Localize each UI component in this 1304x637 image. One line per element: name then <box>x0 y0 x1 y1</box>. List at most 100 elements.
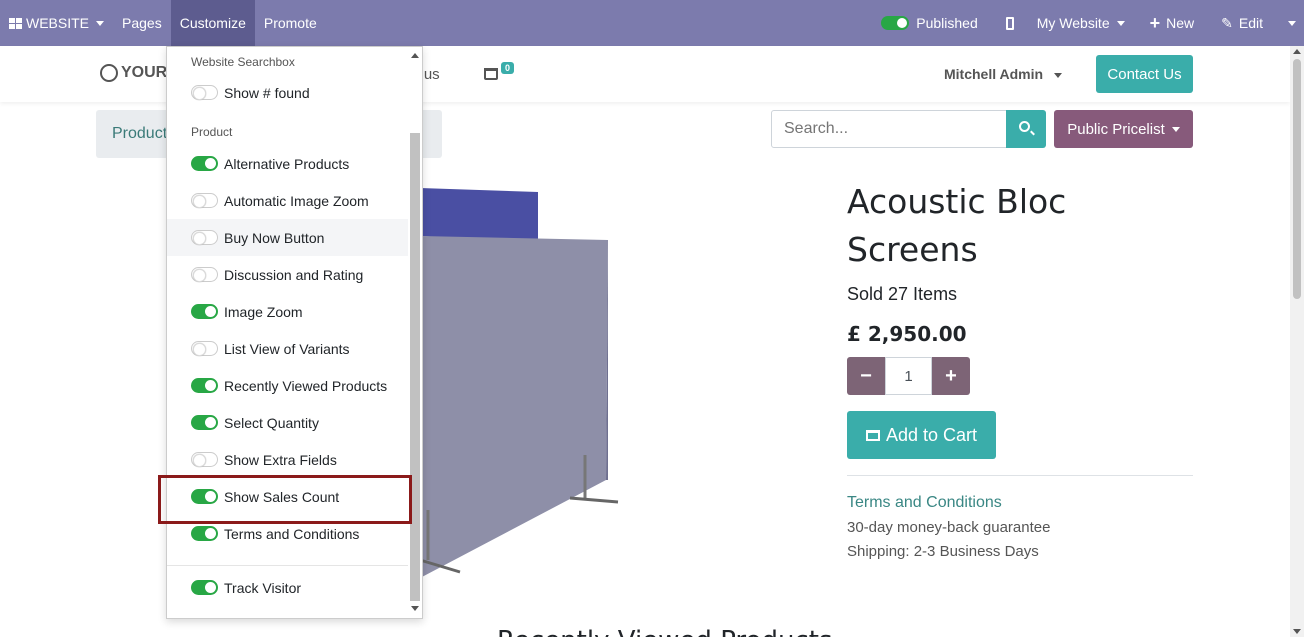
menu-item-buy-now-button[interactable]: Buy Now Button <box>167 219 408 256</box>
menu-item-alternative-products[interactable]: Alternative Products <box>167 145 408 182</box>
menu-item-automatic-image-zoom[interactable]: Automatic Image Zoom <box>167 182 408 219</box>
scroll-up-icon[interactable] <box>411 53 419 58</box>
quantity-stepper: − 1 + <box>847 357 970 395</box>
mobile-icon <box>1005 16 1014 30</box>
menu-item-show-found[interactable]: Show # found <box>167 74 408 111</box>
chevron-down-icon <box>1288 20 1296 26</box>
toggle-on-icon <box>191 156 218 171</box>
site-logo[interactable]: YOUR <box>100 64 167 82</box>
toggle-on-icon <box>191 415 218 430</box>
website-app-menu[interactable]: WEBSITE <box>0 0 113 46</box>
menu-item-select-quantity[interactable]: Select Quantity <box>167 404 408 441</box>
user-menu[interactable]: Mitchell Admin <box>944 66 1062 82</box>
menu-item-list-view-of-variants[interactable]: List View of Variants <box>167 330 408 367</box>
menu-item-label: Show # found <box>224 84 310 101</box>
cart-link[interactable]: 0 <box>484 62 515 80</box>
toggle-on-icon <box>191 304 218 319</box>
chevron-down-icon <box>1053 72 1062 78</box>
add-to-cart-label: Add to Cart <box>885 424 978 445</box>
breadcrumb-products-link[interactable]: Product <box>112 125 167 143</box>
menu-promote[interactable]: Promote <box>255 0 326 46</box>
chevron-down-icon <box>1116 20 1125 26</box>
menu-item-label: Terms and Conditions <box>224 525 360 542</box>
scrollbar-thumb[interactable] <box>410 133 420 601</box>
scroll-down-icon[interactable] <box>1293 629 1301 634</box>
new-label: New <box>1166 15 1195 31</box>
add-to-cart-button[interactable]: Add to Cart <box>847 411 996 459</box>
logo-text: YOUR <box>121 64 168 81</box>
dropdown-scrollbar[interactable] <box>410 51 420 617</box>
menu-item-recently-viewed-products[interactable]: Recently Viewed Products <box>167 367 408 404</box>
search-input[interactable] <box>771 110 1007 148</box>
quantity-plus-button[interactable]: + <box>932 357 970 395</box>
toggle-on-icon <box>191 526 218 541</box>
search-button[interactable] <box>1006 110 1046 148</box>
my-website-menu[interactable]: My Website <box>1028 0 1141 46</box>
published-label: Published <box>916 15 978 31</box>
globe-icon <box>100 64 118 82</box>
edit-label: Edit <box>1238 15 1263 31</box>
plus-icon: + <box>1149 13 1161 33</box>
search-icon <box>1019 121 1030 132</box>
guarantee-text: 30-day money-back guarantee <box>847 519 1051 536</box>
terms-and-conditions-link[interactable]: Terms and Conditions <box>847 494 1002 512</box>
product-price: £ 2,950.00 <box>847 322 967 346</box>
menu-item-discussion-and-rating[interactable]: Discussion and Rating <box>167 256 408 293</box>
apps-grid-icon <box>9 17 22 29</box>
product-title: Acoustic Bloc Screens <box>847 178 1147 274</box>
more-dropdown[interactable] <box>1281 0 1304 46</box>
menu-item-show-extra-fields[interactable]: Show Extra Fields <box>167 441 408 478</box>
cart-count-badge: 0 <box>501 62 515 74</box>
section-heading: Recently Viewed Products <box>497 626 832 637</box>
toggle-off-icon <box>191 267 218 282</box>
menu-item-track-visitor[interactable]: Track Visitor <box>167 569 408 606</box>
menu-item-label: Image Zoom <box>224 303 303 320</box>
shipping-text: Shipping: 2-3 Business Days <box>847 543 1039 560</box>
published-toggle[interactable]: Published <box>872 0 992 46</box>
admin-navbar: WEBSITE Pages Customize Promote Publishe… <box>0 0 1304 46</box>
pricelist-label: Public Pricelist <box>1067 120 1165 138</box>
edit-button[interactable]: ✎ Edit <box>1212 0 1281 46</box>
quantity-minus-button[interactable]: − <box>847 357 885 395</box>
toggle-off-icon <box>191 452 218 467</box>
menu-item-label: List View of Variants <box>224 340 350 357</box>
mobile-preview-button[interactable] <box>992 0 1028 46</box>
page-scrollbar[interactable] <box>1290 46 1304 637</box>
toggle-off-icon <box>191 230 218 245</box>
scrollbar-thumb[interactable] <box>1293 59 1301 299</box>
menu-customize[interactable]: Customize <box>170 0 255 46</box>
my-website-label: My Website <box>1036 15 1110 31</box>
toggle-on-icon <box>191 580 218 595</box>
scroll-down-icon[interactable] <box>411 606 419 611</box>
contact-us-button[interactable]: Contact Us <box>1096 55 1193 93</box>
menu-item-label: Show Extra Fields <box>224 451 337 468</box>
scroll-up-icon[interactable] <box>1293 49 1301 54</box>
menu-item-label: Discussion and Rating <box>224 266 364 283</box>
menu-item-image-zoom[interactable]: Image Zoom <box>167 293 408 330</box>
dropdown-divider <box>167 565 408 566</box>
toggle-on-icon <box>881 16 910 30</box>
product-title-line-2: Screens <box>847 230 978 269</box>
website-brand-label: WEBSITE <box>26 15 90 31</box>
user-name: Mitchell Admin <box>944 66 1044 82</box>
quantity-input[interactable]: 1 <box>885 357 932 395</box>
pricelist-dropdown[interactable]: Public Pricelist <box>1054 110 1193 148</box>
shopping-cart-icon <box>484 68 498 80</box>
menu-item-label: Buy Now Button <box>224 229 325 246</box>
customize-dropdown: Website Searchbox Show # found Product A… <box>166 46 423 619</box>
section-header-searchbox: Website Searchbox <box>191 55 295 69</box>
toggle-on-icon <box>191 378 218 393</box>
section-header-product: Product <box>191 125 233 139</box>
menu-item-label: Track Visitor <box>224 579 302 596</box>
toggle-off-icon <box>191 193 218 208</box>
divider <box>847 475 1193 476</box>
menu-item-label: Select Quantity <box>224 414 319 431</box>
highlight-box <box>158 475 412 524</box>
menu-item-label: Recently Viewed Products <box>224 377 388 394</box>
toggle-off-icon <box>191 85 218 100</box>
menu-pages[interactable]: Pages <box>113 0 171 46</box>
menu-item-label: Alternative Products <box>224 155 350 172</box>
product-title-line-1: Acoustic Bloc <box>847 182 1067 221</box>
new-button[interactable]: + New <box>1141 0 1213 46</box>
shopping-cart-icon <box>865 429 880 441</box>
